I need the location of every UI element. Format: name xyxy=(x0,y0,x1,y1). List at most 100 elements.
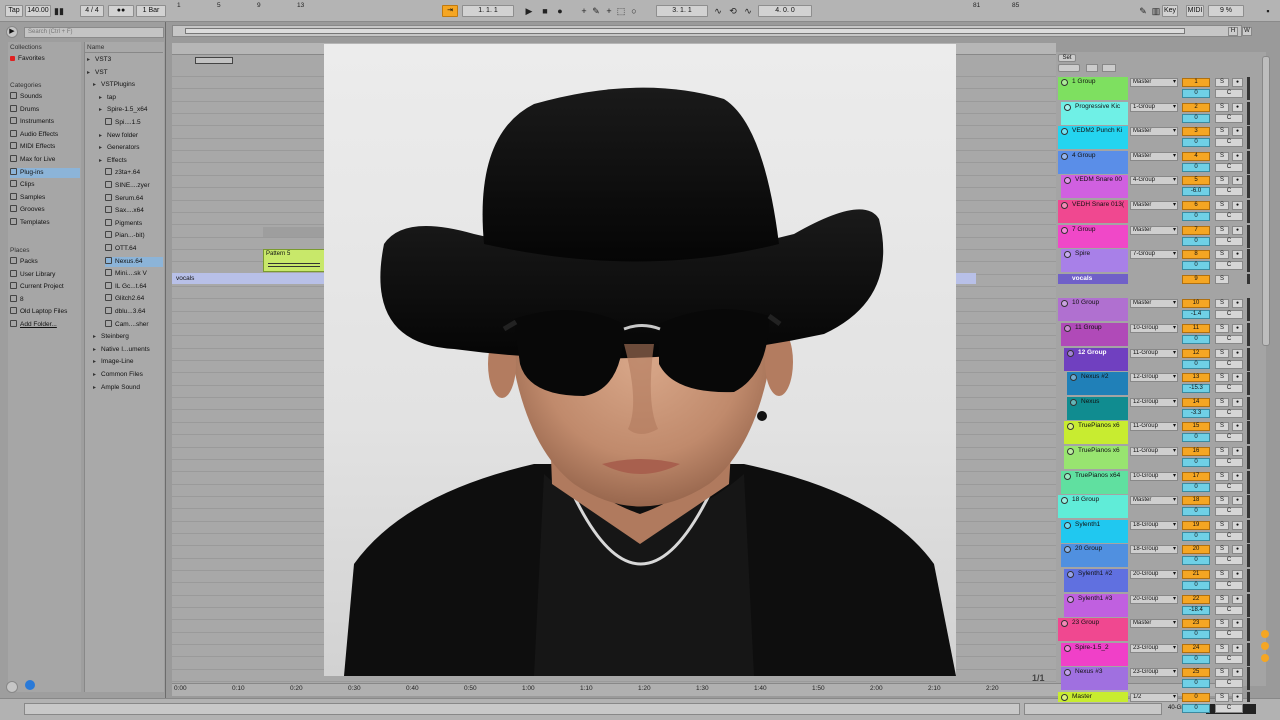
track-header[interactable]: 1 Group xyxy=(1058,77,1128,100)
arm-button-icon[interactable]: ● xyxy=(1232,373,1243,383)
collection-favorites[interactable]: Favorites xyxy=(10,54,80,64)
output-routing-select[interactable]: 20-Group xyxy=(1130,594,1178,604)
solo-button[interactable]: S xyxy=(1215,176,1229,186)
draw-mode-icon[interactable]: ✎ xyxy=(1137,5,1149,17)
crossfade-button[interactable]: C xyxy=(1215,704,1243,713)
output-routing-select[interactable]: Master xyxy=(1130,78,1178,87)
track-activator[interactable]: 4 xyxy=(1182,151,1210,161)
volume-field[interactable]: 0 xyxy=(1182,359,1210,369)
crossfade-button[interactable]: C xyxy=(1215,408,1243,418)
track-header[interactable]: Master xyxy=(1058,692,1128,702)
arrangement-overview[interactable] xyxy=(172,25,1242,37)
arm-button-icon[interactable]: ● xyxy=(1232,643,1243,653)
track-activator[interactable]: 15 xyxy=(1182,422,1210,432)
browser-tree-item[interactable]: Pian...-bit) xyxy=(105,231,163,241)
volume-field[interactable]: -15.3 xyxy=(1182,384,1210,394)
crossfade-button[interactable]: C xyxy=(1215,212,1243,221)
fold-toggle-icon[interactable] xyxy=(1061,694,1068,701)
vocals-clip[interactable]: vocals xyxy=(172,273,324,284)
track-header[interactable]: Sylenth1 xyxy=(1061,519,1128,543)
fold-toggle-icon[interactable] xyxy=(1064,103,1071,111)
mixer-scrollbar[interactable] xyxy=(1262,56,1270,346)
browser-tree-item[interactable]: ▸ Native I...uments xyxy=(93,345,163,355)
output-routing-select[interactable]: 1/2 xyxy=(1130,693,1178,702)
midi-map-button[interactable]: MIDI xyxy=(1186,5,1204,17)
arm-button-icon[interactable]: ● xyxy=(1232,348,1243,358)
browser-tree-item[interactable]: Cam....sher xyxy=(105,319,163,330)
browser-tree-item[interactable]: z3ta+.64 xyxy=(105,168,163,178)
track-activator[interactable]: 13 xyxy=(1182,373,1210,383)
output-routing-select[interactable]: Master xyxy=(1130,201,1178,210)
crossfade-button[interactable]: C xyxy=(1215,89,1243,98)
solo-button[interactable]: S xyxy=(1215,274,1229,284)
output-routing-select[interactable]: 11-Group xyxy=(1130,422,1178,432)
side-icon-b[interactable] xyxy=(1261,642,1269,650)
browser-tree-item[interactable]: Nexus.64 xyxy=(105,256,163,267)
metronome-toggle[interactable]: ●● xyxy=(108,5,134,17)
output-routing-select[interactable]: 23-Group xyxy=(1130,668,1178,678)
track-activator[interactable]: 21 xyxy=(1182,570,1210,579)
browser-tree-item[interactable]: IL Gc...t.64 xyxy=(105,281,163,292)
browser-tree-item[interactable]: Mini....sk V xyxy=(105,269,163,279)
stop-icon[interactable]: ■ xyxy=(539,5,551,17)
crossfade-button[interactable]: C xyxy=(1215,581,1243,590)
volume-field[interactable]: 0 xyxy=(1182,236,1210,246)
fold-toggle-icon[interactable] xyxy=(1061,202,1068,209)
solo-button[interactable]: S xyxy=(1215,643,1229,653)
arm-button-icon[interactable]: ● xyxy=(1232,471,1243,481)
output-routing-select[interactable]: Master xyxy=(1130,225,1178,235)
browser-tree-item[interactable]: ▸ VST xyxy=(87,68,163,78)
category-plug-ins[interactable]: Plug-ins xyxy=(10,167,80,178)
volume-field[interactable]: 0 xyxy=(1182,679,1210,689)
solo-button[interactable]: S xyxy=(1215,201,1229,210)
crossfade-button[interactable]: C xyxy=(1215,261,1243,271)
track-header[interactable]: 18 Group xyxy=(1058,495,1128,519)
nudge-icon[interactable]: ▮▮ xyxy=(53,5,65,17)
browser-tree-item[interactable]: ▸ VST3 xyxy=(87,55,163,65)
track-header[interactable]: 4 Group xyxy=(1058,150,1128,174)
solo-button[interactable]: S xyxy=(1215,102,1229,112)
crossfade-button[interactable]: C xyxy=(1215,531,1243,541)
output-routing-select[interactable]: 12-Group xyxy=(1130,397,1178,407)
browser-toggle-icon[interactable]: ▶ xyxy=(6,26,18,38)
browser-tree-item[interactable]: OTT.64 xyxy=(105,244,163,254)
volume-field[interactable]: 0 xyxy=(1182,531,1210,541)
fold-toggle-icon[interactable] xyxy=(1064,251,1071,259)
track-activator[interactable]: 18 xyxy=(1182,496,1210,506)
volume-field[interactable]: 0 xyxy=(1182,482,1210,492)
volume-field[interactable]: 0 xyxy=(1182,138,1210,148)
crossfade-button[interactable]: C xyxy=(1215,654,1243,664)
arm-button-icon[interactable]: ● xyxy=(1232,225,1243,235)
loop-brace[interactable] xyxy=(195,57,233,64)
solo-button[interactable]: S xyxy=(1215,619,1229,629)
output-routing-select[interactable]: Master xyxy=(1130,151,1178,161)
browser-tree-item[interactable]: ▸ VSTPlugins xyxy=(93,80,163,90)
volume-field[interactable]: 0 xyxy=(1182,556,1210,566)
volume-field[interactable]: 0 xyxy=(1182,433,1210,443)
browser-tree-item[interactable]: SINE....zyer xyxy=(105,181,163,191)
output-routing-select[interactable]: 1-Group xyxy=(1130,102,1178,112)
track-header[interactable]: TruePianos x64 xyxy=(1061,470,1128,494)
browser-tree-item[interactable]: Glitch2.64 xyxy=(105,294,163,304)
song-position[interactable]: 1. 1. 1 xyxy=(462,5,514,17)
track-header[interactable]: TruePianos x6 xyxy=(1064,446,1128,469)
track-activator[interactable]: 3 xyxy=(1182,127,1210,137)
arm-button-icon[interactable]: ● xyxy=(1232,250,1243,260)
search-input[interactable]: Search (Ctrl + F) xyxy=(24,27,164,38)
key-map-button[interactable]: Key xyxy=(1162,5,1178,17)
fold-toggle-icon[interactable] xyxy=(1067,571,1074,578)
loop-icon[interactable]: ⟲ xyxy=(727,5,739,17)
category-midi-effects[interactable]: MIDI Effects xyxy=(10,142,80,152)
solo-button[interactable]: S xyxy=(1215,545,1229,555)
volume-field[interactable]: 0 xyxy=(1182,581,1210,590)
track-header[interactable]: 20 Group xyxy=(1061,544,1128,568)
arm-button-icon[interactable]: ● xyxy=(1232,545,1243,555)
play-icon[interactable]: ▶ xyxy=(523,5,535,17)
crossfade-button[interactable]: C xyxy=(1215,482,1243,492)
follow-button[interactable]: ⇥ xyxy=(442,5,458,17)
track-activator[interactable]: 20 xyxy=(1182,545,1210,555)
category-clips[interactable]: Clips xyxy=(10,180,80,190)
output-routing-select[interactable]: 4-Group xyxy=(1130,176,1178,186)
crossfade-button[interactable]: C xyxy=(1215,236,1243,246)
fold-toggle-icon[interactable] xyxy=(1061,226,1068,234)
